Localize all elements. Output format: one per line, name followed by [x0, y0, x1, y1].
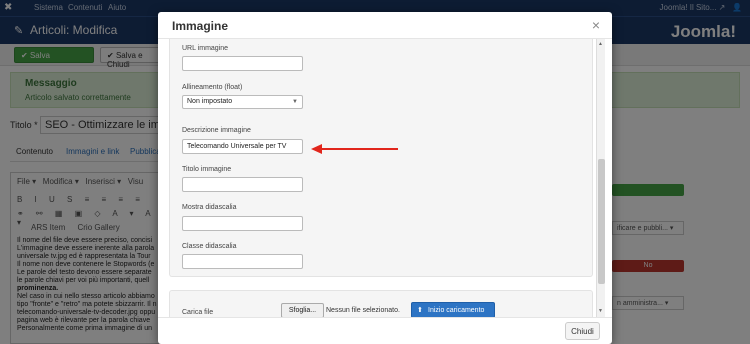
caption-class-label: Classe didascalia	[182, 243, 237, 250]
modal-body: URL immagine Allineamento (float) Non im…	[168, 39, 606, 317]
image-title-input[interactable]	[182, 177, 303, 192]
caption-label: Mostra didascalia	[182, 204, 237, 211]
description-label: Descrizione immagine	[182, 127, 251, 134]
close-icon[interactable]: ×	[592, 18, 600, 32]
modal-footer: Chiudi	[158, 317, 612, 344]
align-label: Allineamento (float)	[182, 84, 243, 91]
description-input[interactable]: Telecomando Universale per TV	[182, 139, 303, 154]
scroll-up-icon[interactable]: ▲	[598, 41, 603, 47]
url-label: URL immagine	[182, 45, 229, 52]
caption-input[interactable]	[182, 216, 303, 231]
upload-label: Carica file	[182, 309, 214, 316]
caption-class-input[interactable]	[182, 254, 303, 269]
image-options-form: URL immagine Allineamento (float) Non im…	[169, 39, 593, 277]
image-modal: Immagine × URL immagine Allineamento (fl…	[158, 12, 612, 344]
scroll-thumb[interactable]	[598, 159, 605, 284]
modal-header: Immagine ×	[158, 12, 612, 39]
browse-button[interactable]: Sfoglia...	[281, 303, 324, 317]
red-arrow-annotation	[311, 144, 398, 154]
image-title-label: Titolo immagine	[182, 166, 232, 173]
start-upload-button[interactable]: ⬆ Inizio caricamento	[411, 302, 495, 317]
modal-title: Immagine	[172, 19, 229, 33]
scroll-down-icon[interactable]: ▼	[598, 308, 603, 314]
url-input[interactable]	[182, 56, 303, 71]
upload-icon: ⬆	[417, 307, 423, 314]
upload-section: Carica file Sfoglia... Nessun file selez…	[169, 290, 593, 317]
align-select[interactable]: Non impostato ▼	[182, 95, 303, 109]
modal-scrollbar[interactable]: ▲ ▼	[596, 39, 605, 317]
no-file-text: Nessun file selezionato.	[326, 307, 400, 314]
chevron-down-icon: ▼	[292, 99, 298, 105]
close-button[interactable]: Chiudi	[565, 322, 600, 340]
